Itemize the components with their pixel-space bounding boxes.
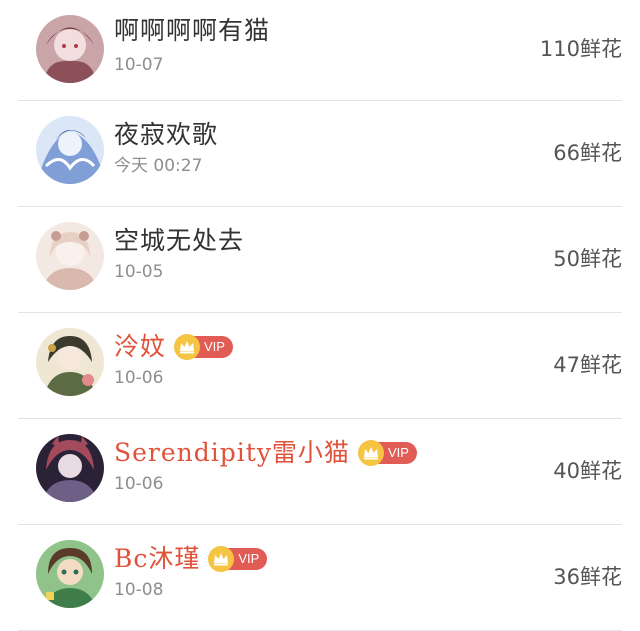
flower-count: 66鲜花 bbox=[553, 141, 622, 165]
avatar[interactable] bbox=[36, 328, 104, 396]
timestamp: 10-06 bbox=[114, 474, 164, 494]
vip-label: VIP bbox=[204, 339, 225, 354]
list-item[interactable]: 啊啊啊啊有猫 10-07 110鲜花 bbox=[18, 0, 622, 101]
name-line: 空城无处去 bbox=[114, 224, 244, 258]
list-item[interactable]: 夜寂欢歌 今天 00:27 66鲜花 bbox=[18, 101, 622, 207]
vip-label: VIP bbox=[238, 551, 260, 566]
timestamp: 10-06 bbox=[114, 368, 164, 388]
flower-count: 110鲜花 bbox=[539, 37, 622, 61]
name-line: 泠妏 VIP bbox=[114, 330, 233, 364]
vip-badge: VIP bbox=[357, 440, 417, 466]
timestamp: 今天 00:27 bbox=[114, 156, 203, 176]
vip-label: VIP bbox=[387, 445, 409, 460]
flower-count: 50鲜花 bbox=[553, 247, 622, 271]
avatar[interactable] bbox=[36, 540, 104, 608]
avatar[interactable] bbox=[36, 222, 104, 290]
list-item[interactable]: 泠妏 VIP 10-06 47鲜花 bbox=[18, 313, 622, 419]
timestamp: 10-07 bbox=[114, 55, 164, 75]
user-name[interactable]: 空城无处去 bbox=[114, 224, 244, 258]
list-item[interactable]: Bc沐瑾 VIP 10-08 36鲜花 bbox=[18, 525, 622, 631]
name-line: 啊啊啊啊有猫 bbox=[114, 14, 270, 48]
flower-count: 47鲜花 bbox=[553, 353, 622, 377]
user-name[interactable]: 夜寂欢歌 bbox=[114, 118, 218, 152]
crown-icon bbox=[174, 334, 201, 360]
vip-badge: VIP bbox=[208, 546, 268, 572]
list-item[interactable]: 空城无处去 10-05 50鲜花 bbox=[18, 207, 622, 313]
user-name[interactable]: Serendipity雷小猫 bbox=[114, 436, 350, 470]
list-item[interactable]: Serendipity雷小猫 VIP 10-06 40鲜花 bbox=[18, 419, 622, 525]
user-name[interactable]: 泠妏 bbox=[114, 330, 166, 364]
timestamp: 10-08 bbox=[114, 580, 164, 600]
avatar[interactable] bbox=[36, 116, 104, 184]
name-line: Bc沐瑾 VIP bbox=[114, 542, 268, 576]
name-line: Serendipity雷小猫 VIP bbox=[114, 436, 417, 470]
avatar[interactable] bbox=[36, 434, 104, 502]
timestamp: 10-05 bbox=[114, 262, 164, 282]
crown-icon bbox=[208, 546, 235, 572]
flower-count: 40鲜花 bbox=[553, 459, 622, 483]
flower-count: 36鲜花 bbox=[553, 565, 622, 589]
flower-ranking-list: 啊啊啊啊有猫 10-07 110鲜花 夜寂欢歌 今天 00:27 66鲜花 空城… bbox=[0, 0, 640, 631]
name-line: 夜寂欢歌 bbox=[114, 118, 218, 152]
avatar[interactable] bbox=[36, 15, 104, 83]
vip-badge: VIP bbox=[174, 334, 233, 360]
user-name[interactable]: 啊啊啊啊有猫 bbox=[114, 14, 270, 48]
crown-icon bbox=[357, 440, 384, 466]
user-name[interactable]: Bc沐瑾 bbox=[114, 542, 200, 576]
